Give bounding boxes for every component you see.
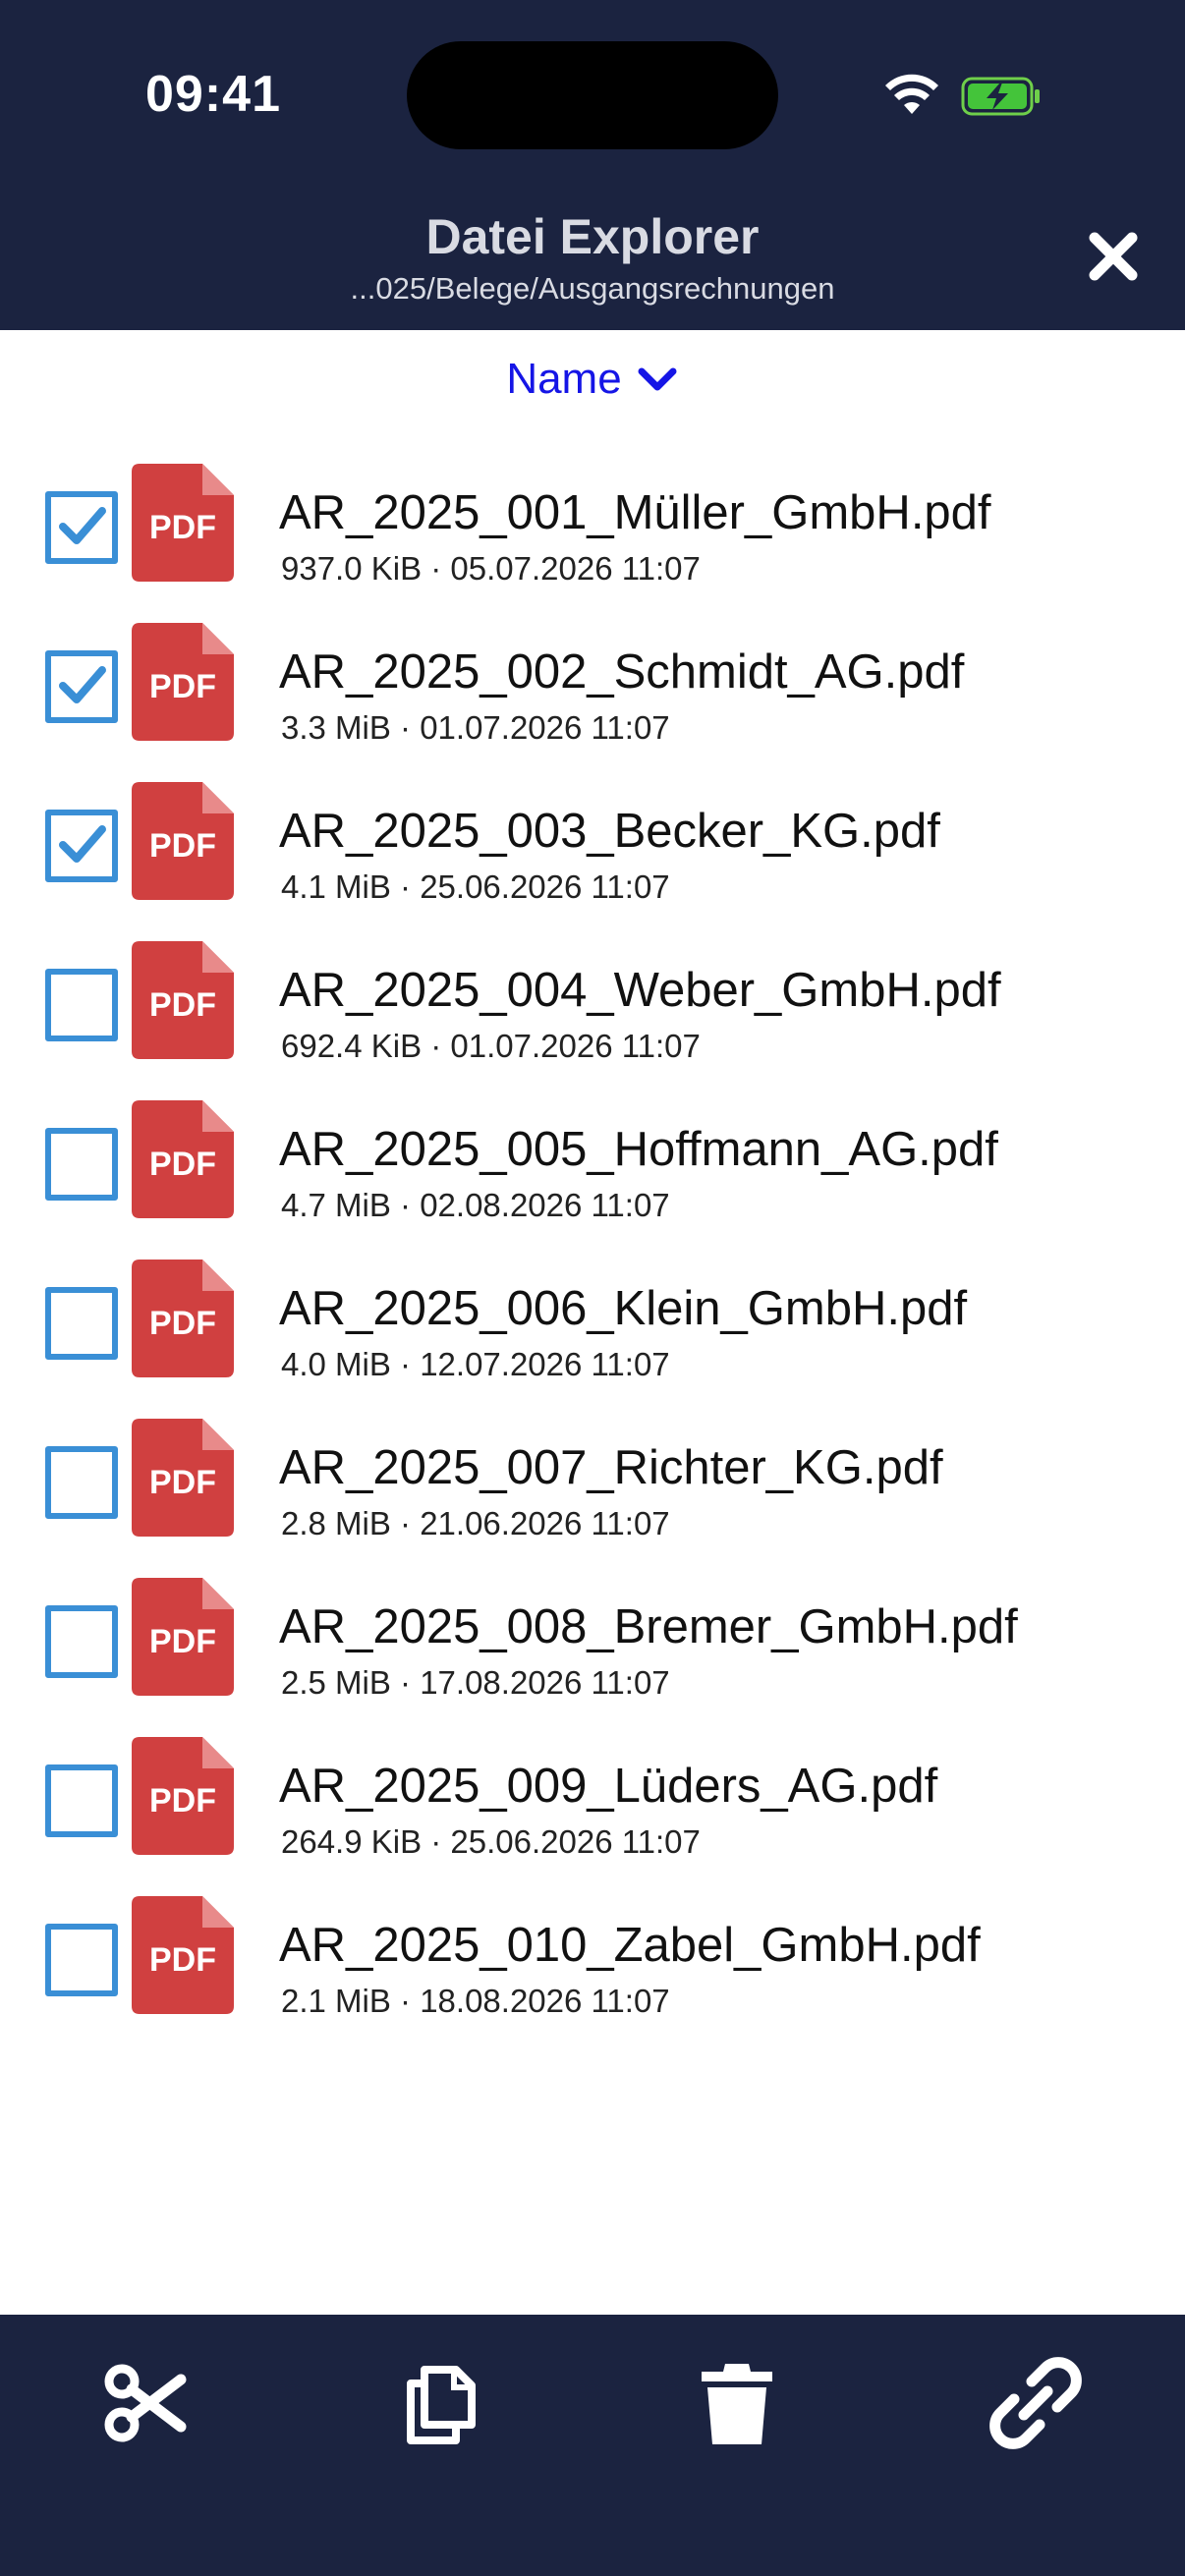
status-time: 09:41	[145, 66, 281, 123]
pdf-icon-label: PDF	[149, 1782, 216, 1820]
file-meta: 692.4 KiB · 01.07.2026 11:07	[281, 1028, 701, 1064]
checkmark-icon	[59, 825, 106, 863]
file-row[interactable]: PDF AR_2025_008_Bremer_GmbH.pdf 2.5 MiB · …	[0, 1556, 1185, 1715]
file-meta: 937.0 KiB · 05.07.2026 11:07	[281, 550, 701, 587]
current-path: ...025/Belege/Ausgangsrechnungen	[350, 271, 835, 306]
file-row[interactable]: PDF AR_2025_010_Zabel_GmbH.pdf 2.1 MiB · 1…	[0, 1875, 1185, 2034]
trash-icon[interactable]	[690, 2356, 784, 2450]
file-meta: 2.8 MiB · 21.06.2026 11:07	[281, 1505, 670, 1541]
file-meta: 264.9 KiB · 25.06.2026 11:07	[281, 1823, 701, 1860]
pdf-icon-label: PDF	[149, 1146, 216, 1183]
file-checkbox[interactable]	[45, 650, 118, 723]
dynamic-island	[407, 41, 778, 149]
file-row[interactable]: PDF AR_2025_009_Lüders_AG.pdf 264.9 KiB · …	[0, 1715, 1185, 1875]
close-icon[interactable]	[1081, 224, 1146, 289]
file-checkbox[interactable]	[45, 1128, 118, 1201]
copy-icon[interactable]	[395, 2356, 489, 2450]
scissors-icon[interactable]	[100, 2356, 195, 2450]
pdf-file-icon: PDF	[132, 1100, 234, 1218]
checkmark-icon	[59, 666, 106, 703]
header-bar: 09:41 Datei Explorer ...025/Belege/Ausga…	[0, 0, 1185, 330]
file-name: AR_2025_008_Bremer_GmbH.pdf	[279, 1600, 1018, 1653]
file-row[interactable]: PDF AR_2025_001_Müller_GmbH.pdf 937.0 KiB …	[0, 442, 1185, 601]
file-checkbox[interactable]	[45, 1605, 118, 1678]
file-name: AR_2025_004_Weber_GmbH.pdf	[279, 964, 1001, 1017]
pdf-file-icon: PDF	[132, 464, 234, 582]
file-name: AR_2025_005_Hoffmann_AG.pdf	[279, 1123, 998, 1176]
file-row[interactable]: PDF AR_2025_005_Hoffmann_AG.pdf 4.7 MiB · …	[0, 1079, 1185, 1238]
pdf-icon-label: PDF	[149, 668, 216, 705]
file-row[interactable]: PDF AR_2025_007_Richter_KG.pdf 2.8 MiB · 2…	[0, 1397, 1185, 1556]
file-meta: 2.5 MiB · 17.08.2026 11:07	[281, 1664, 670, 1701]
file-checkbox[interactable]	[45, 491, 118, 564]
file-checkbox[interactable]	[45, 1764, 118, 1837]
file-row[interactable]: PDF AR_2025_002_Schmidt_AG.pdf 3.3 MiB · 0…	[0, 601, 1185, 760]
pdf-file-icon: PDF	[132, 623, 234, 741]
file-checkbox[interactable]	[45, 1287, 118, 1360]
pdf-file-icon: PDF	[132, 1578, 234, 1696]
checkmark-icon	[59, 507, 106, 544]
pdf-file-icon: PDF	[132, 941, 234, 1059]
file-name: AR_2025_007_Richter_KG.pdf	[279, 1441, 943, 1494]
battery-icon	[961, 77, 1040, 116]
pdf-icon-label: PDF	[149, 1305, 216, 1342]
sort-selector[interactable]: Name	[0, 350, 1185, 409]
pdf-file-icon: PDF	[132, 1737, 234, 1855]
file-row[interactable]: PDF AR_2025_003_Becker_KG.pdf 4.1 MiB · 25…	[0, 760, 1185, 920]
file-name: AR_2025_003_Becker_KG.pdf	[279, 805, 940, 858]
file-meta: 2.1 MiB · 18.08.2026 11:07	[281, 1983, 670, 2019]
pdf-file-icon: PDF	[132, 782, 234, 900]
pdf-file-icon: PDF	[132, 1260, 234, 1377]
bottom-toolbar	[0, 2315, 1185, 2576]
pdf-icon-label: PDF	[149, 827, 216, 865]
pdf-icon-label: PDF	[149, 509, 216, 546]
page-title: Datei Explorer	[425, 209, 760, 264]
wifi-icon	[885, 74, 938, 114]
pdf-icon-label: PDF	[149, 1464, 216, 1501]
pdf-icon-label: PDF	[149, 986, 216, 1024]
link-icon[interactable]	[988, 2356, 1083, 2450]
file-meta: 4.1 MiB · 25.06.2026 11:07	[281, 868, 670, 905]
file-name: AR_2025_009_Lüders_AG.pdf	[279, 1760, 938, 1813]
file-name: AR_2025_006_Klein_GmbH.pdf	[279, 1282, 968, 1335]
pdf-file-icon: PDF	[132, 1419, 234, 1537]
chevron-down-icon	[638, 367, 677, 391]
file-checkbox[interactable]	[45, 810, 118, 882]
file-row[interactable]: PDF AR_2025_006_Klein_GmbH.pdf 4.0 MiB · 1…	[0, 1238, 1185, 1397]
pdf-file-icon: PDF	[132, 1896, 234, 2014]
file-meta: 3.3 MiB · 01.07.2026 11:07	[281, 709, 670, 746]
file-checkbox[interactable]	[45, 969, 118, 1041]
file-meta: 4.0 MiB · 12.07.2026 11:07	[281, 1346, 670, 1382]
file-checkbox[interactable]	[45, 1446, 118, 1519]
sort-label: Name	[506, 355, 622, 403]
file-name: AR_2025_002_Schmidt_AG.pdf	[279, 645, 965, 699]
pdf-icon-label: PDF	[149, 1623, 216, 1660]
file-name: AR_2025_010_Zabel_GmbH.pdf	[279, 1919, 981, 1972]
file-meta: 4.7 MiB · 02.08.2026 11:07	[281, 1187, 670, 1223]
pdf-icon-label: PDF	[149, 1941, 216, 1979]
file-checkbox[interactable]	[45, 1924, 118, 1996]
file-row[interactable]: PDF AR_2025_004_Weber_GmbH.pdf 692.4 KiB ·…	[0, 920, 1185, 1079]
file-name: AR_2025_001_Müller_GmbH.pdf	[279, 486, 991, 539]
